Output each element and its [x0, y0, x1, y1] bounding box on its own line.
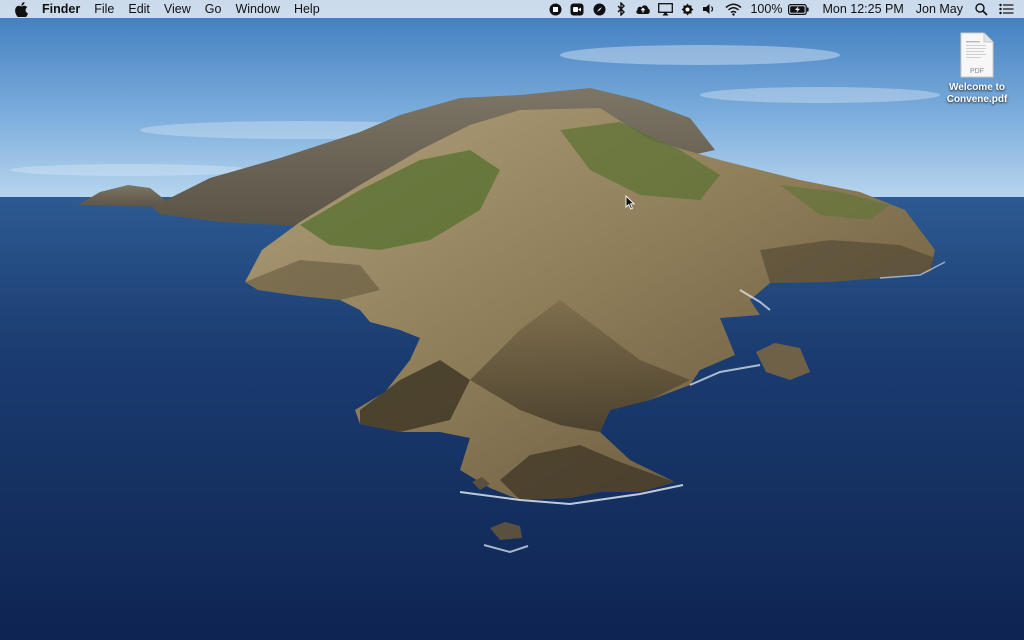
- safari-compass-icon[interactable]: [591, 0, 607, 18]
- desktop-wallpaper: [0, 0, 1024, 640]
- desktop-file-welcome-to-convene[interactable]: PDF Welcome to Convene.pdf: [938, 32, 1016, 106]
- spotlight-search-icon[interactable]: [973, 0, 989, 18]
- app-menu-finder[interactable]: Finder: [36, 0, 87, 18]
- battery-charging-icon[interactable]: [787, 0, 809, 18]
- clock[interactable]: Mon 12:25 PM: [818, 0, 907, 18]
- menu-view[interactable]: View: [157, 0, 198, 18]
- pdf-type-label: PDF: [970, 68, 984, 75]
- menu-help[interactable]: Help: [287, 0, 327, 18]
- user-name[interactable]: Jon May: [912, 0, 967, 18]
- menu-edit[interactable]: Edit: [121, 0, 157, 18]
- notification-center-icon[interactable]: [998, 0, 1014, 18]
- battery-percent[interactable]: 100%: [746, 0, 784, 18]
- mouse-pointer-icon: [625, 195, 635, 210]
- airplay-icon[interactable]: [657, 0, 673, 18]
- desktop-file-name: Welcome to Convene.pdf: [947, 82, 1008, 106]
- menu-file[interactable]: File: [87, 0, 121, 18]
- volume-icon[interactable]: [701, 0, 717, 18]
- wifi-icon[interactable]: [723, 0, 743, 18]
- menu-window[interactable]: Window: [228, 0, 286, 18]
- record-icon[interactable]: [547, 0, 563, 18]
- menu-go[interactable]: Go: [198, 0, 229, 18]
- file-name-line-1: Welcome to: [949, 82, 1005, 93]
- facetime-camera-icon[interactable]: [569, 0, 585, 18]
- file-name-line-2: Convene.pdf: [946, 94, 1008, 105]
- gear-icon[interactable]: [679, 0, 695, 18]
- cloud-upload-icon[interactable]: [635, 0, 651, 18]
- pdf-document-icon: PDF: [960, 32, 994, 78]
- apple-icon[interactable]: [12, 0, 30, 18]
- bluetooth-icon[interactable]: [613, 0, 629, 18]
- menu-bar: Finder File Edit View Go Window Help 100…: [0, 0, 1024, 18]
